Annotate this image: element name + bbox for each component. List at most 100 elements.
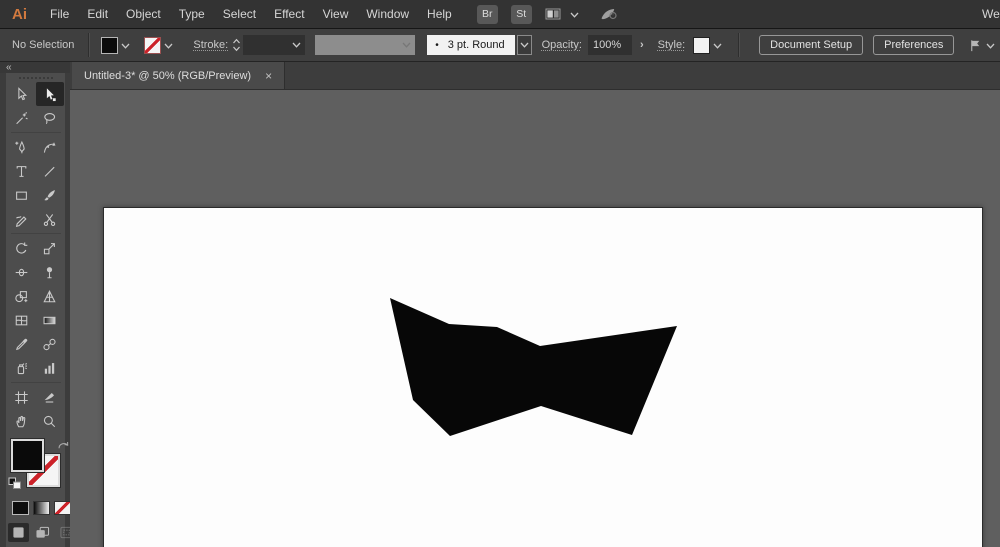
default-fill-stroke-icon[interactable] <box>8 477 22 495</box>
width-tool[interactable] <box>8 260 36 284</box>
fill-color-chevron-icon[interactable] <box>121 43 130 49</box>
arrange-documents-chevron-icon[interactable] <box>570 12 579 18</box>
document-tab[interactable]: Untitled-3* @ 50% (RGB/Preview) × <box>72 62 285 89</box>
hand-tool[interactable] <box>8 409 36 433</box>
stock-button[interactable]: St <box>511 5 532 24</box>
tools-panel-header: « <box>0 62 70 73</box>
hand-icon <box>14 414 29 429</box>
style-panel-link[interactable]: Style: <box>658 39 686 51</box>
zoom-icon <box>42 414 57 429</box>
paintbrush-icon <box>42 188 57 203</box>
scissors-tool[interactable] <box>36 207 64 231</box>
selection-tool[interactable] <box>8 82 36 106</box>
blend-tool[interactable] <box>36 332 64 356</box>
menu-item-help[interactable]: Help <box>418 7 461 21</box>
rectangle-tool[interactable] <box>8 183 36 207</box>
shape-builder-tool[interactable] <box>8 284 36 308</box>
artboard-tool[interactable] <box>8 385 36 409</box>
stroke-color-swatch[interactable] <box>144 37 161 54</box>
menu-item-file[interactable]: File <box>41 7 78 21</box>
curvature-icon <box>42 140 57 155</box>
document-area: Untitled-3* @ 50% (RGB/Preview) × <box>70 62 1000 547</box>
style-chevron-icon[interactable] <box>713 43 722 49</box>
close-tab-icon[interactable]: × <box>265 70 272 82</box>
curvature-tool[interactable] <box>36 135 64 159</box>
menu-item-window[interactable]: Window <box>357 7 418 21</box>
opacity-input[interactable]: 100% <box>588 35 632 55</box>
style-swatch[interactable] <box>693 37 710 54</box>
mesh-tool[interactable] <box>8 308 36 332</box>
opacity-arrow-button[interactable]: › <box>640 39 644 51</box>
scale-tool[interactable] <box>36 236 64 260</box>
stroke-width-stepper[interactable] <box>232 37 241 53</box>
shaper-tool[interactable] <box>8 207 36 231</box>
eyedropper-tool[interactable] <box>8 332 36 356</box>
touch-workspace-icon[interactable] <box>968 38 983 53</box>
gradient-icon <box>42 313 57 328</box>
drawn-shape[interactable] <box>390 298 677 436</box>
control-bar: No Selection Stroke: •3 pt. Round Opacit… <box>0 29 1000 62</box>
width-icon <box>14 265 29 280</box>
artboard-icon <box>14 390 29 405</box>
shaper-icon <box>14 212 29 227</box>
zoom-tool[interactable] <box>36 409 64 433</box>
draw-mode-buttons <box>8 523 77 542</box>
document-setup-button[interactable]: Document Setup <box>759 35 863 55</box>
menu-item-type[interactable]: Type <box>170 7 214 21</box>
arrange-documents-icon[interactable] <box>545 7 561 21</box>
bridge-button[interactable]: Br <box>477 5 498 24</box>
brush-definition-combo[interactable]: •3 pt. Round <box>427 35 531 55</box>
menu-item-effect[interactable]: Effect <box>265 7 313 21</box>
fill-swatch[interactable] <box>11 439 44 472</box>
rotate-tool[interactable] <box>8 236 36 260</box>
slice-tool[interactable] <box>36 385 64 409</box>
menu-bar: Ai FileEditObjectTypeSelectEffectViewWin… <box>0 0 1000 29</box>
color-mode-button[interactable] <box>12 501 29 515</box>
brush-definition-chevron-icon[interactable] <box>517 35 532 55</box>
fill-color-swatch[interactable] <box>101 37 118 54</box>
eyedropper-icon <box>14 337 29 352</box>
panel-drag-grip[interactable] <box>6 73 65 82</box>
puppet-warp-tool[interactable] <box>36 260 64 284</box>
preferences-button[interactable]: Preferences <box>873 35 954 55</box>
workspace-switcher-label: We <box>982 7 1000 21</box>
menu-item-edit[interactable]: Edit <box>78 7 117 21</box>
draw-behind-button[interactable] <box>32 523 53 542</box>
draw-normal-button[interactable] <box>8 523 29 542</box>
artwork-layer <box>70 90 1000 547</box>
menu-item-view[interactable]: View <box>314 7 358 21</box>
type-icon <box>14 164 29 179</box>
gradient-tool[interactable] <box>36 308 64 332</box>
menu-item-select[interactable]: Select <box>214 7 265 21</box>
symbol-sprayer-tool[interactable] <box>8 356 36 380</box>
tool-group-divider <box>8 380 64 385</box>
lasso-tool[interactable] <box>36 106 64 130</box>
menu-item-object[interactable]: Object <box>117 7 170 21</box>
tools-grid <box>6 82 65 433</box>
paintbrush-tool[interactable] <box>36 183 64 207</box>
rectangle-icon <box>14 188 29 203</box>
workspace-switcher[interactable]: We <box>982 7 1000 21</box>
selection-status-label: No Selection <box>12 39 74 51</box>
type-tool[interactable] <box>8 159 36 183</box>
column-graph-tool[interactable] <box>36 356 64 380</box>
pasteboard[interactable] <box>70 90 1000 547</box>
stroke-width-select[interactable] <box>243 35 305 55</box>
gradient-mode-button[interactable] <box>33 501 50 515</box>
magic-wand-tool[interactable] <box>8 106 36 130</box>
pen-tool[interactable] <box>8 135 36 159</box>
direct-selection-tool[interactable] <box>36 82 64 106</box>
illustrator-window: Ai FileEditObjectTypeSelectEffectViewWin… <box>0 0 1000 547</box>
opacity-panel-link[interactable]: Opacity: <box>542 39 582 51</box>
collapse-panel-icon[interactable]: « <box>6 62 12 73</box>
none-mode-button[interactable] <box>54 501 71 515</box>
line-icon <box>42 164 57 179</box>
gpu-performance-icon[interactable] <box>599 6 618 23</box>
touch-workspace-chevron-icon[interactable] <box>986 43 995 49</box>
perspective-grid-tool[interactable] <box>36 284 64 308</box>
stroke-panel-link[interactable]: Stroke: <box>193 39 228 51</box>
stroke-color-chevron-icon[interactable] <box>164 43 173 49</box>
brush-definition-value[interactable]: •3 pt. Round <box>427 35 514 55</box>
menu-items: FileEditObjectTypeSelectEffectViewWindow… <box>41 7 461 21</box>
line-segment-tool[interactable] <box>36 159 64 183</box>
